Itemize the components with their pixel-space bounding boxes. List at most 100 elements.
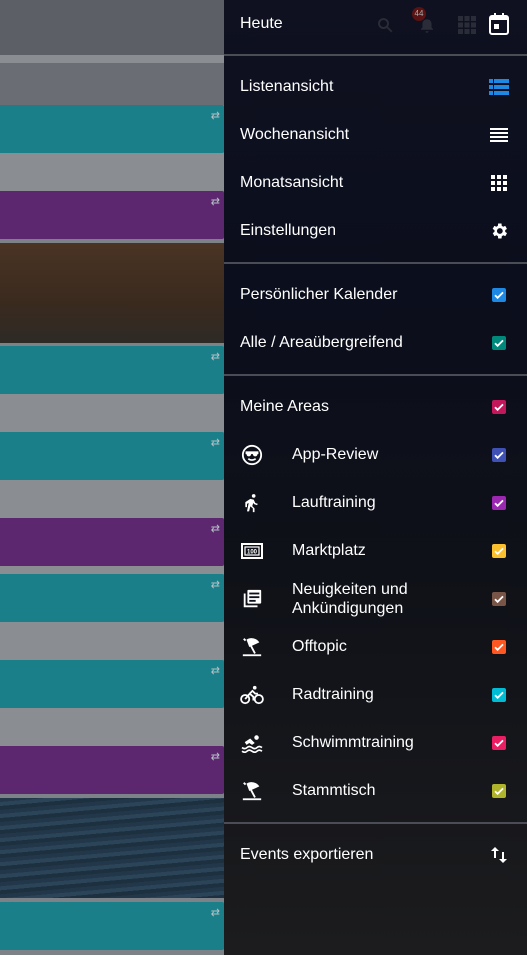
area-item-offtopic[interactable]: Offtopic	[224, 623, 527, 671]
sunglasses-icon	[240, 443, 264, 467]
areas-header[interactable]: Meine Areas	[224, 383, 527, 431]
area-label: Offtopic	[292, 638, 347, 655]
area-label: App-Review	[292, 446, 379, 463]
event-item[interactable]: ⇄	[0, 574, 224, 622]
area-item-radtraining[interactable]: Radtraining	[224, 671, 527, 719]
today-label[interactable]: Heute	[240, 0, 283, 48]
settings-label: Einstellungen	[240, 222, 337, 239]
area-item-stammtisch[interactable]: Stammtisch	[224, 767, 527, 815]
repeat-icon: ⇄	[210, 751, 220, 763]
event-item[interactable]: ⇄	[0, 105, 224, 153]
date-header	[0, 63, 224, 105]
area-item-schwimmtraining[interactable]: Schwimmtraining	[224, 719, 527, 767]
event-item[interactable]: ⇄	[0, 902, 224, 950]
drawer-header: Heute 44	[224, 0, 527, 48]
area-checkbox[interactable]	[487, 587, 511, 611]
search-icon	[376, 16, 394, 39]
area-item-lauftraining[interactable]: Lauftraining	[224, 479, 527, 527]
calendar-list-background: ⇄ ⇄ ⇄ ⇄ ⇄ ⇄ ⇄ ⇄ ⇄	[0, 0, 224, 955]
list-spacer	[0, 708, 224, 746]
area-item-app-review[interactable]: App-Review	[224, 431, 527, 479]
view-list[interactable]: Listenansicht	[224, 63, 527, 111]
month-banner-image	[0, 243, 224, 343]
area-item-marktplatz[interactable]: 100 Marktplatz	[224, 527, 527, 575]
area-checkbox[interactable]	[487, 683, 511, 707]
svg-text:100: 100	[247, 550, 258, 556]
area-label: Lauftraining	[292, 494, 376, 511]
swap-vertical-icon	[487, 843, 511, 867]
list-spacer	[0, 153, 224, 191]
calendar-today-icon[interactable]	[487, 12, 511, 36]
check-icon	[492, 400, 506, 414]
view-week[interactable]: Wochenansicht	[224, 111, 527, 159]
divider	[224, 374, 527, 376]
area-item-neuigkeiten[interactable]: Neuigkeiten und Ankündigungen	[224, 575, 527, 623]
calendar-personal[interactable]: Persönlicher Kalender	[224, 271, 527, 319]
list-spacer	[0, 566, 224, 574]
event-item[interactable]: ⇄	[0, 660, 224, 708]
view-list-label: Listenansicht	[240, 78, 334, 95]
calendar-all-label: Alle / Areaübergreifend	[240, 334, 403, 351]
areas-all-checkbox[interactable]	[487, 395, 511, 419]
calendar-personal-label: Persönlicher Kalender	[240, 286, 398, 303]
check-icon	[492, 688, 506, 702]
area-label: Marktplatz	[292, 542, 366, 559]
export-events-item[interactable]: Events exportieren	[224, 831, 527, 879]
event-item[interactable]: ⇄	[0, 518, 224, 566]
event-item[interactable]: ⇄	[0, 746, 224, 794]
swimmer-icon	[240, 731, 264, 755]
areas-header-label: Meine Areas	[240, 398, 329, 415]
list-spacer	[0, 394, 224, 432]
area-label: Neuigkeiten und Ankündigungen	[292, 581, 408, 617]
repeat-icon: ⇄	[210, 110, 220, 122]
check-icon	[492, 736, 506, 750]
repeat-icon: ⇄	[210, 665, 220, 677]
area-label: Stammtisch	[292, 782, 376, 799]
list-view-icon	[487, 75, 511, 99]
repeat-icon: ⇄	[210, 351, 220, 363]
list-spacer	[0, 55, 224, 63]
repeat-icon: ⇄	[210, 523, 220, 535]
area-label: Radtraining	[292, 686, 374, 703]
check-icon	[492, 496, 506, 510]
check-icon	[492, 544, 506, 558]
repeat-icon: ⇄	[210, 196, 220, 208]
check-icon	[492, 592, 506, 606]
bicycle-icon	[240, 683, 264, 707]
view-week-label: Wochenansicht	[240, 126, 350, 143]
runner-icon	[240, 491, 264, 515]
divider	[224, 54, 527, 56]
export-events-label: Events exportieren	[240, 846, 374, 863]
calendar-personal-checkbox[interactable]	[487, 283, 511, 307]
view-month-label: Monatsansicht	[240, 174, 344, 191]
area-checkbox[interactable]	[487, 779, 511, 803]
area-checkbox[interactable]	[487, 635, 511, 659]
area-checkbox[interactable]	[487, 539, 511, 563]
calendar-all-checkbox[interactable]	[487, 331, 511, 355]
divider	[224, 822, 527, 824]
repeat-icon: ⇄	[210, 907, 220, 919]
calendar-all[interactable]: Alle / Areaübergreifend	[224, 319, 527, 367]
view-month[interactable]: Monatsansicht	[224, 159, 527, 207]
divider	[224, 262, 527, 264]
list-spacer	[0, 480, 224, 518]
list-spacer	[0, 622, 224, 660]
news-icon	[240, 587, 264, 611]
area-checkbox[interactable]	[487, 491, 511, 515]
app-toolbar-background	[0, 0, 224, 55]
check-icon	[492, 784, 506, 798]
area-checkbox[interactable]	[487, 443, 511, 467]
event-item[interactable]: ⇄	[0, 346, 224, 394]
banknote-icon: 100	[240, 539, 264, 563]
area-checkbox[interactable]	[487, 731, 511, 755]
month-banner-image	[0, 798, 224, 898]
repeat-icon: ⇄	[210, 579, 220, 591]
check-icon	[492, 288, 506, 302]
settings-item[interactable]: Einstellungen	[224, 207, 527, 255]
check-icon	[492, 640, 506, 654]
week-view-icon	[487, 123, 511, 147]
event-item[interactable]: ⇄	[0, 191, 224, 239]
event-item[interactable]: ⇄	[0, 432, 224, 480]
repeat-icon: ⇄	[210, 437, 220, 449]
notification-badge: 44	[412, 7, 426, 21]
